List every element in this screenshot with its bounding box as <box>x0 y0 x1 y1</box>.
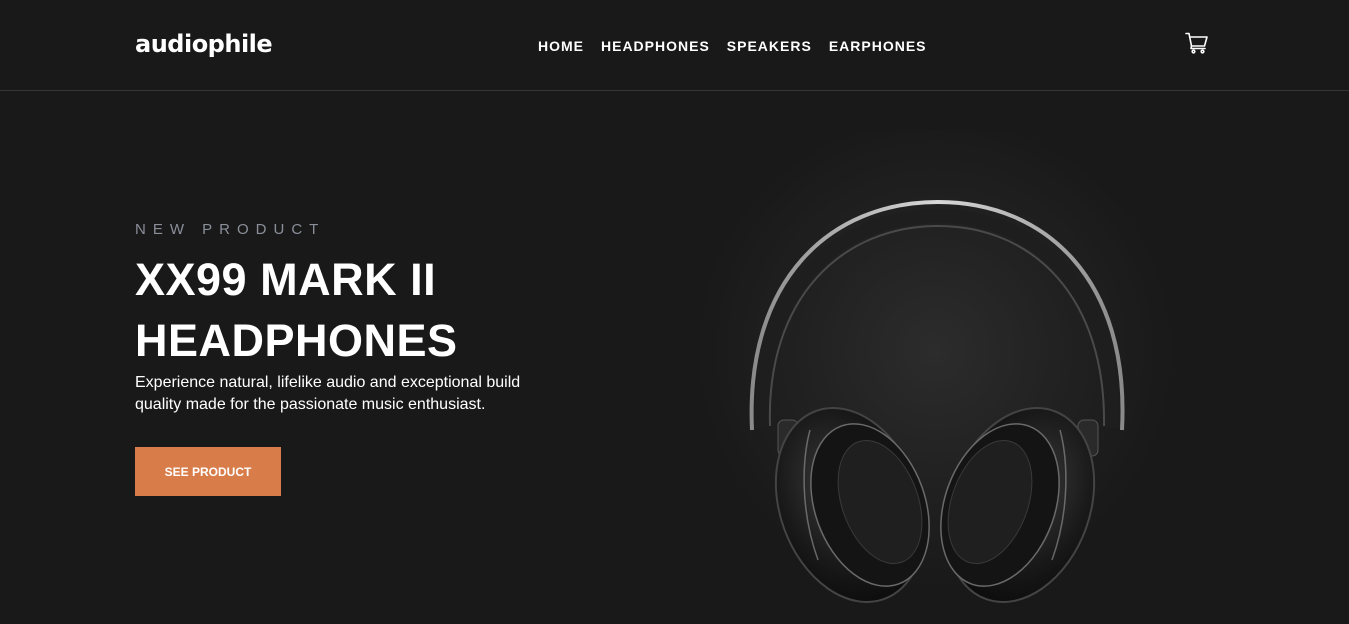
hero-title-line-1: XX99 MARK II <box>135 254 437 305</box>
hero-title: XX99 MARK II HEADPHONES <box>135 249 655 371</box>
header-divider <box>0 90 1349 91</box>
see-product-button[interactable]: SEE PRODUCT <box>135 447 281 496</box>
hero-description: Experience natural, lifelike audio and e… <box>135 374 521 413</box>
cart-icon[interactable] <box>1185 32 1209 54</box>
nav-item-earphones[interactable]: EARPHONES <box>829 37 927 55</box>
nav-item-home[interactable]: HOME <box>538 37 584 55</box>
page: audiophile HOME HEADPHONES SPEAKERS EARP… <box>0 0 1349 624</box>
headphones-image <box>690 120 1190 624</box>
hero-overline: NEW PRODUCT <box>135 221 326 238</box>
hero-title-line-2: HEADPHONES <box>135 315 458 366</box>
nav-item-speakers[interactable]: SPEAKERS <box>727 37 812 55</box>
site-header: audiophile HOME HEADPHONES SPEAKERS EARP… <box>0 0 1349 91</box>
logo[interactable]: audiophile <box>135 28 273 60</box>
main-nav: HOME HEADPHONES SPEAKERS EARPHONES <box>538 37 927 55</box>
nav-item-headphones[interactable]: HEADPHONES <box>601 37 710 55</box>
